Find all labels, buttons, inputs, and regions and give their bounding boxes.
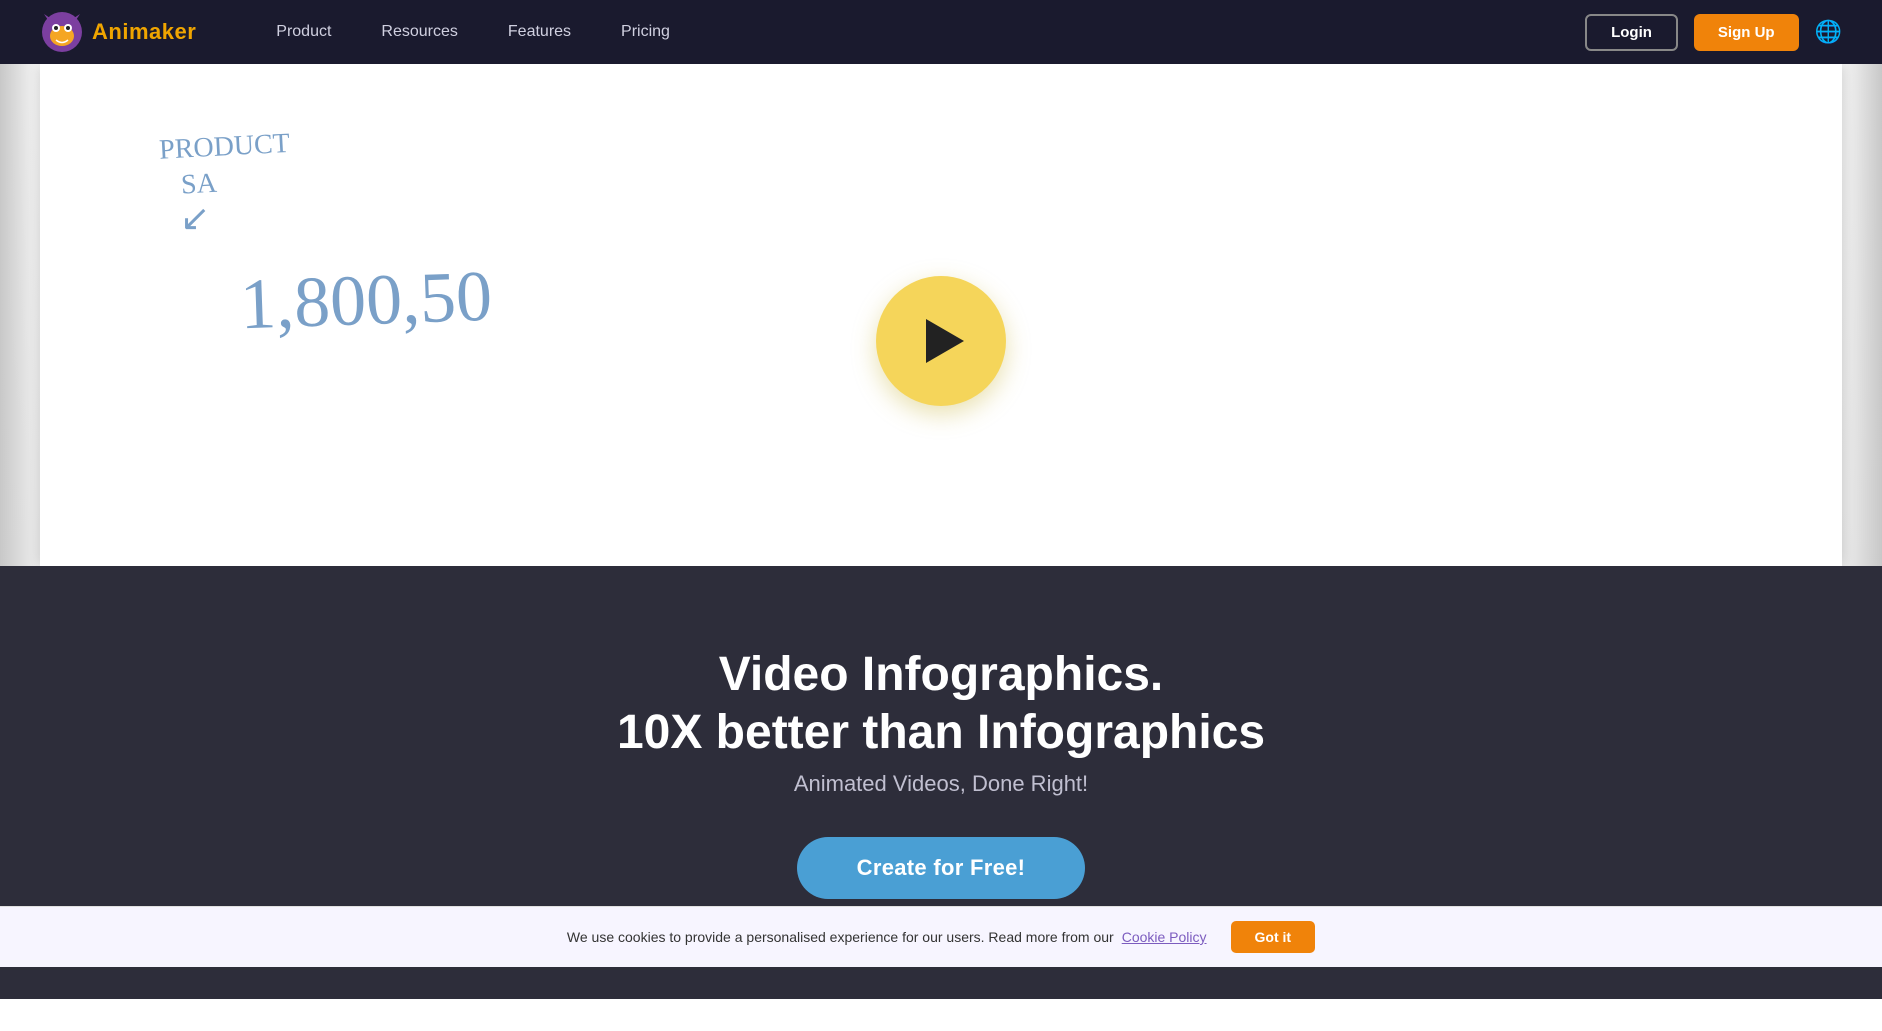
side-shadow-right [1842, 64, 1882, 566]
handwritten-content: PRODUCT SA ↙ 1,800,50 [160, 124, 492, 342]
play-button-wrap [876, 276, 1006, 406]
play-triangle-icon [926, 319, 964, 363]
navbar-right: Login Sign Up 🌐 [1585, 14, 1842, 51]
hero-video-section: PRODUCT SA ↙ 1,800,50 [0, 64, 1882, 566]
logo-link[interactable]: Animaker [40, 10, 196, 54]
nav-product[interactable]: Product [276, 23, 331, 41]
cookie-message: We use cookies to provide a personalised… [567, 929, 1114, 945]
signup-button[interactable]: Sign Up [1694, 14, 1799, 51]
play-button[interactable] [876, 276, 1006, 406]
nav-resources[interactable]: Resources [381, 23, 457, 41]
create-free-button[interactable]: Create for Free! [797, 837, 1086, 899]
got-it-button[interactable]: Got it [1231, 921, 1316, 953]
language-globe-icon[interactable]: 🌐 [1815, 19, 1842, 45]
marketing-subtext: Animated Videos, Done Right! [20, 771, 1862, 797]
handwritten-number: 1,800,50 [239, 254, 494, 346]
nav-links: Product Resources Features Pricing [276, 23, 1585, 41]
cookie-banner: We use cookies to provide a personalised… [0, 906, 1882, 967]
marketing-headline: Video Infographics. 10X better than Info… [20, 646, 1862, 761]
navbar: Animaker Product Resources Features Pric… [0, 0, 1882, 64]
side-shadow-left [0, 64, 40, 566]
logo-icon [40, 10, 84, 54]
cookie-policy-link[interactable]: Cookie Policy [1122, 929, 1207, 945]
nav-pricing[interactable]: Pricing [621, 23, 670, 41]
brand-name: Animaker [92, 19, 196, 45]
nav-features[interactable]: Features [508, 23, 571, 41]
login-button[interactable]: Login [1585, 14, 1678, 51]
handwritten-title: PRODUCT SA [158, 115, 493, 205]
